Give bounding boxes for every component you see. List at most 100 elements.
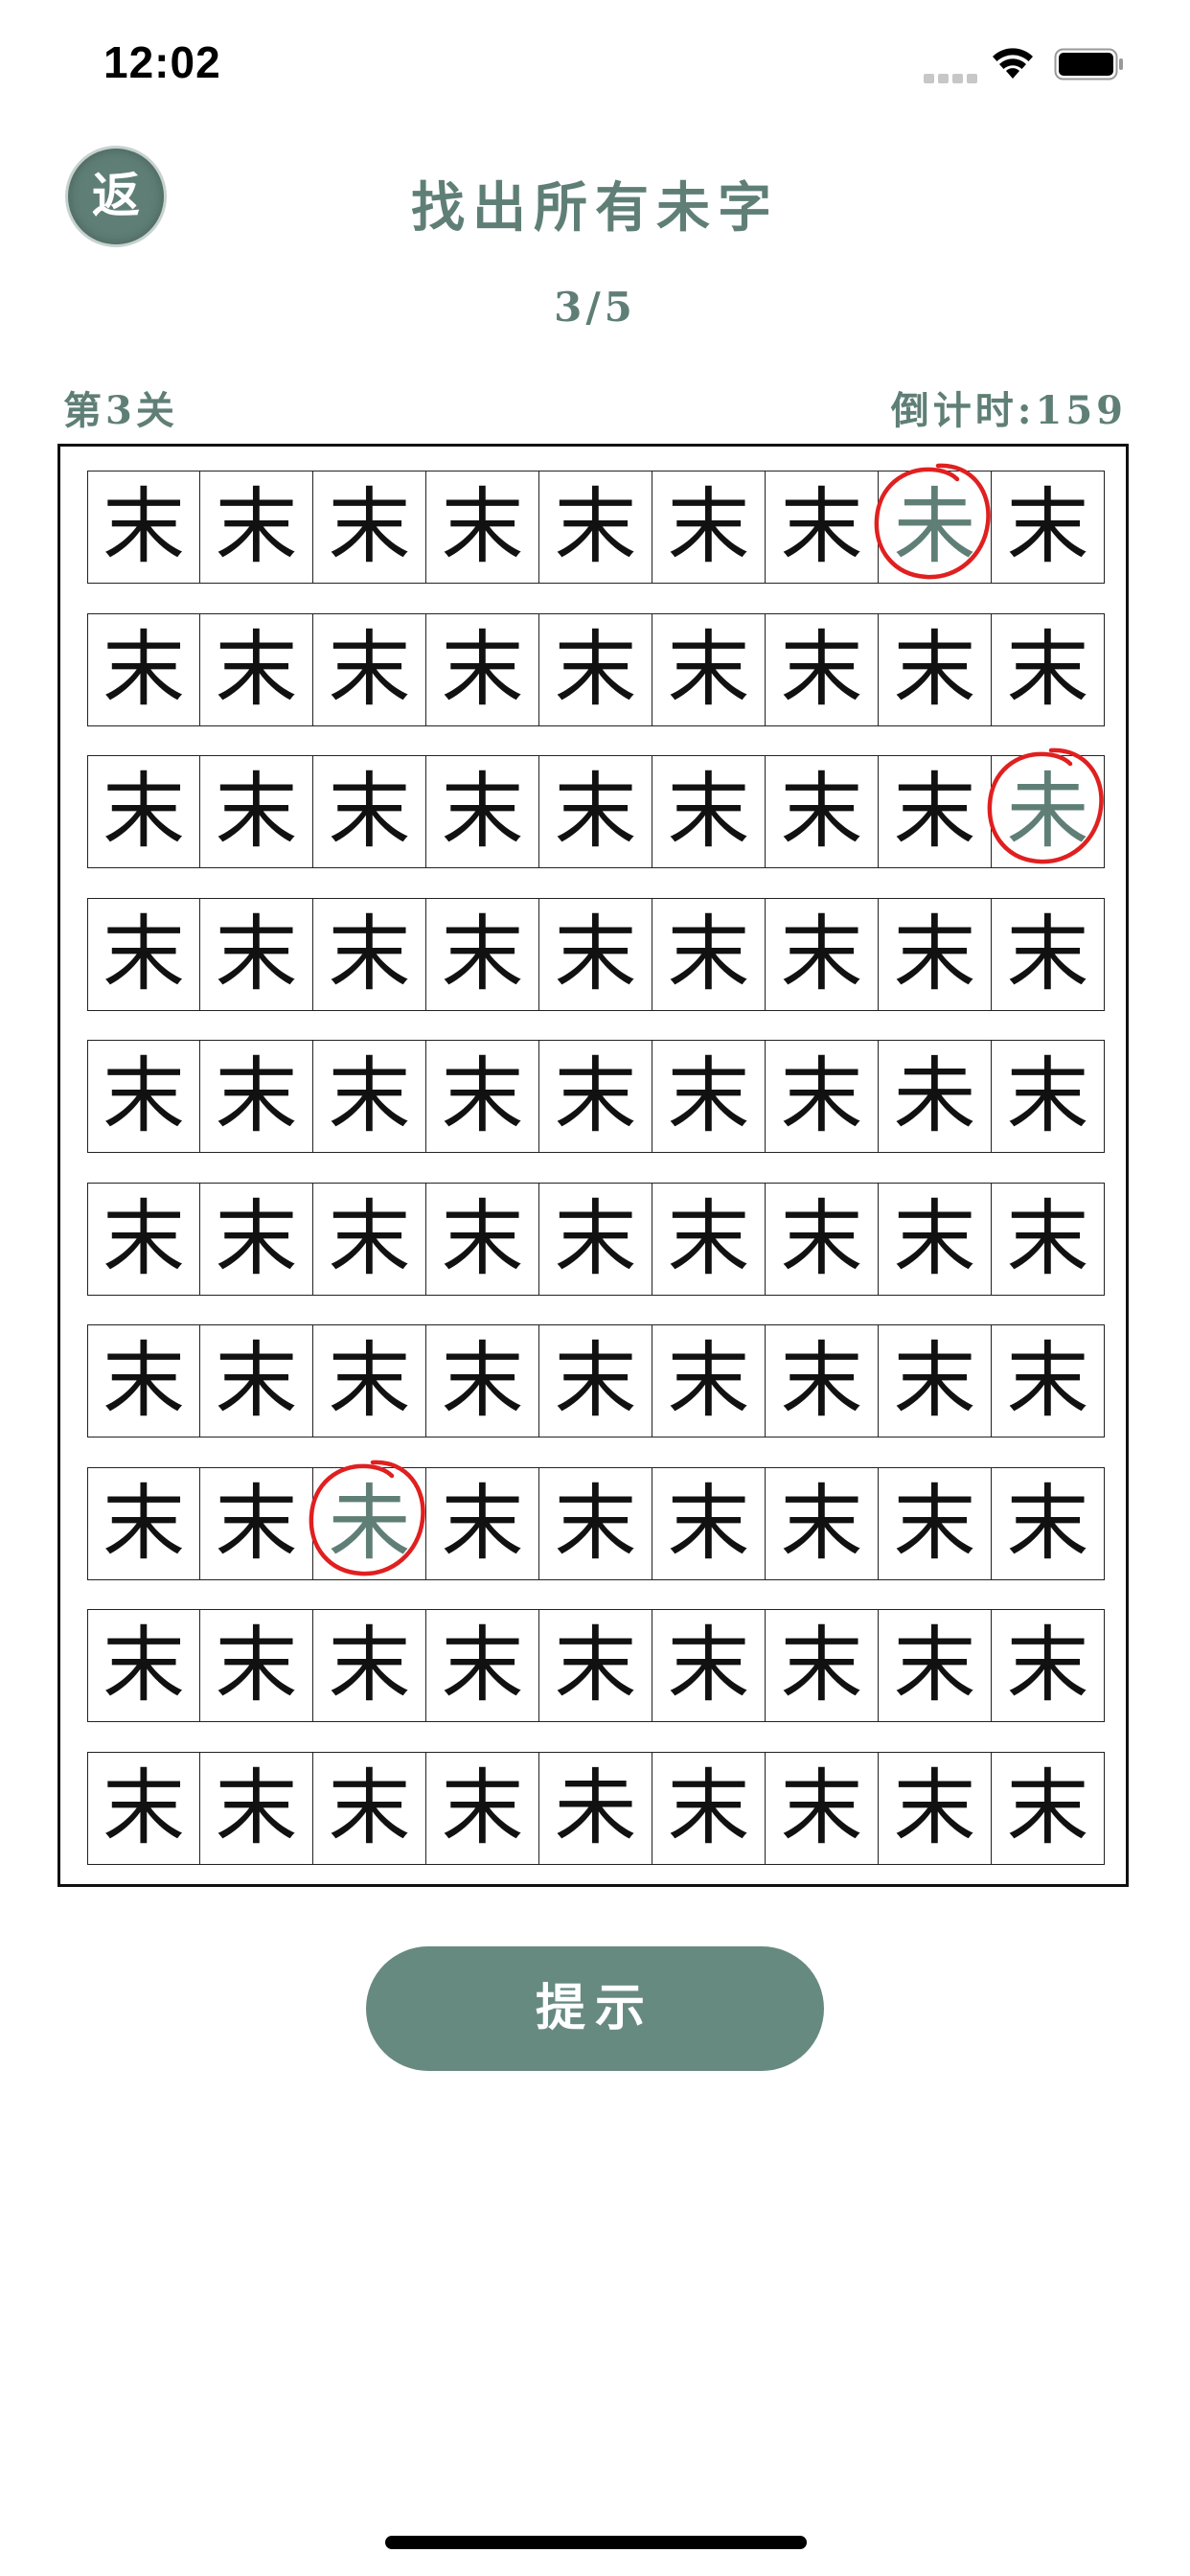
grid-cell[interactable]: 末 <box>200 1467 313 1580</box>
grid-cell[interactable]: 末 <box>426 1467 539 1580</box>
grid-cell[interactable]: 末 <box>766 755 879 868</box>
grid-cell[interactable]: 末 <box>87 1040 200 1153</box>
cell-character: 末 <box>780 1191 863 1287</box>
grid-cell[interactable]: 末 <box>879 898 992 1011</box>
grid-cell[interactable]: 末 <box>200 1324 313 1438</box>
grid-cell[interactable]: 末 <box>539 1183 652 1296</box>
grid-cell[interactable]: 末 <box>766 1467 879 1580</box>
grid-cell[interactable]: 末 <box>879 613 992 726</box>
grid-cell[interactable]: 末 <box>879 755 992 868</box>
grid-cell[interactable]: 末 <box>766 898 879 1011</box>
grid-cell[interactable]: 末 <box>539 613 652 726</box>
grid-cell[interactable]: 末 <box>539 1609 652 1722</box>
grid-cell[interactable]: 末 <box>879 1609 992 1722</box>
grid-cell[interactable]: 末 <box>992 1467 1105 1580</box>
grid-cell[interactable]: 末 <box>652 613 766 726</box>
grid-cell[interactable]: 末 <box>87 1467 200 1580</box>
grid-cell[interactable]: 未 <box>879 1040 992 1153</box>
grid-cell[interactable]: 未 <box>539 1752 652 1865</box>
grid-cell[interactable]: 末 <box>426 1609 539 1722</box>
cell-character: 末 <box>328 1618 411 1714</box>
grid-cell[interactable]: 末 <box>652 1609 766 1722</box>
grid-cell[interactable]: 末 <box>426 1040 539 1153</box>
grid-cell[interactable]: 末 <box>426 1183 539 1296</box>
grid-cell[interactable]: 末 <box>766 1040 879 1153</box>
grid-cell[interactable]: 末 <box>200 1752 313 1865</box>
grid-cell[interactable]: 末 <box>87 471 200 584</box>
grid-cell[interactable]: 末 <box>879 1324 992 1438</box>
grid-cell[interactable]: 末 <box>879 1183 992 1296</box>
grid-cell[interactable]: 末 <box>539 1467 652 1580</box>
progress-indicator: 3/5 <box>554 284 636 331</box>
grid-cell[interactable]: 末 <box>87 1183 200 1296</box>
hint-button[interactable]: 提示 <box>366 1946 824 2071</box>
cell-character: 末 <box>667 1476 750 1572</box>
grid-cell[interactable]: 末 <box>539 1040 652 1153</box>
grid-cell[interactable]: 末 <box>652 1183 766 1296</box>
grid-cell[interactable]: 未 <box>874 463 992 584</box>
grid-cell[interactable]: 末 <box>313 1609 426 1722</box>
grid-cell[interactable]: 末 <box>313 1324 426 1438</box>
grid-cell[interactable]: 末 <box>652 1040 766 1153</box>
grid-cell[interactable]: 末 <box>313 898 426 1011</box>
grid-cell[interactable]: 末 <box>766 471 879 584</box>
grid-cell[interactable]: 末 <box>87 898 200 1011</box>
grid-cell[interactable]: 末 <box>539 755 652 868</box>
grid-cell[interactable]: 末 <box>87 1752 200 1865</box>
grid-cell[interactable]: 末 <box>766 1752 879 1865</box>
grid-cell[interactable]: 末 <box>766 613 879 726</box>
grid-cell[interactable]: 末 <box>200 755 313 868</box>
grid-cell[interactable]: 末 <box>652 898 766 1011</box>
grid-cell[interactable]: 末 <box>992 1183 1105 1296</box>
grid-cell[interactable]: 未 <box>987 748 1105 868</box>
grid-cell[interactable]: 末 <box>992 471 1105 584</box>
grid-cell[interactable]: 末 <box>313 1040 426 1153</box>
cell-character: 末 <box>328 1191 411 1287</box>
grid-cell[interactable]: 末 <box>766 1183 879 1296</box>
grid-cell[interactable]: 末 <box>200 898 313 1011</box>
grid-cell[interactable]: 末 <box>992 1040 1105 1153</box>
grid-cell[interactable]: 末 <box>200 1040 313 1153</box>
grid-cell[interactable]: 末 <box>992 1752 1105 1865</box>
grid-cell[interactable]: 末 <box>200 1609 313 1722</box>
grid-cell[interactable]: 末 <box>426 898 539 1011</box>
grid-cell[interactable]: 末 <box>992 1609 1105 1722</box>
grid-cell[interactable]: 末 <box>992 898 1105 1011</box>
grid-cell[interactable]: 末 <box>87 1324 200 1438</box>
grid-cell[interactable]: 末 <box>879 1752 992 1865</box>
grid-cell[interactable]: 末 <box>87 755 200 868</box>
grid-cell[interactable]: 末 <box>426 471 539 584</box>
grid-cell[interactable]: 末 <box>426 613 539 726</box>
cell-character: 末 <box>441 479 524 575</box>
grid-cell[interactable]: 末 <box>652 1324 766 1438</box>
grid-cell[interactable]: 末 <box>539 471 652 584</box>
grid-cell[interactable]: 末 <box>766 1324 879 1438</box>
grid-cell[interactable]: 末 <box>652 471 766 584</box>
cell-character: 末 <box>780 907 863 1002</box>
grid-cell[interactable]: 末 <box>313 755 426 868</box>
grid-cell[interactable]: 未 <box>309 1460 426 1580</box>
grid-cell[interactable]: 末 <box>652 755 766 868</box>
grid-cell[interactable]: 末 <box>539 1324 652 1438</box>
grid-cell[interactable]: 末 <box>87 613 200 726</box>
grid-cell[interactable]: 末 <box>313 1183 426 1296</box>
grid-cell[interactable]: 末 <box>539 898 652 1011</box>
cell-character: 末 <box>554 1048 637 1144</box>
grid-cell[interactable]: 末 <box>879 1467 992 1580</box>
cell-character: 末 <box>1006 1476 1089 1572</box>
grid-cell[interactable]: 末 <box>426 1324 539 1438</box>
grid-cell[interactable]: 末 <box>313 471 426 584</box>
grid-cell[interactable]: 末 <box>992 613 1105 726</box>
grid-cell[interactable]: 末 <box>313 1752 426 1865</box>
grid-cell[interactable]: 末 <box>652 1467 766 1580</box>
grid-cell[interactable]: 末 <box>87 1609 200 1722</box>
grid-cell[interactable]: 末 <box>426 1752 539 1865</box>
grid-cell[interactable]: 末 <box>992 1324 1105 1438</box>
grid-cell[interactable]: 末 <box>200 471 313 584</box>
grid-cell[interactable]: 末 <box>766 1609 879 1722</box>
grid-cell[interactable]: 末 <box>200 1183 313 1296</box>
grid-cell[interactable]: 末 <box>426 755 539 868</box>
grid-cell[interactable]: 末 <box>313 613 426 726</box>
grid-cell[interactable]: 末 <box>200 613 313 726</box>
grid-cell[interactable]: 末 <box>652 1752 766 1865</box>
